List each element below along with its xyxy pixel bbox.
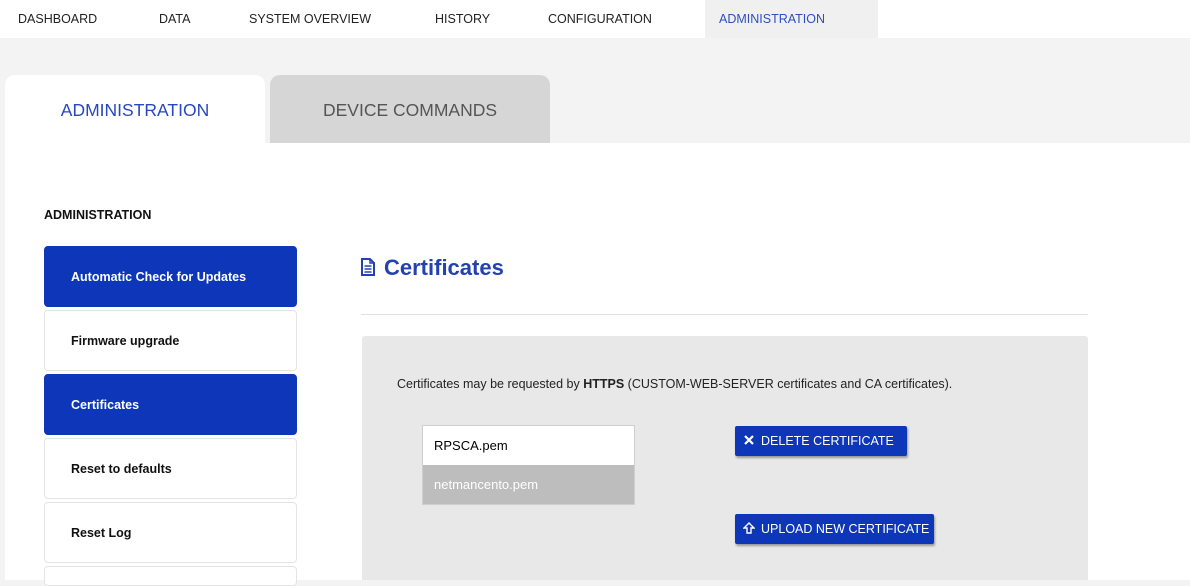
top-navigation: DASHBOARD DATA SYSTEM OVERVIEW HISTORY C… [0,0,1190,38]
sidebar-item-certificates[interactable]: Certificates [44,374,297,435]
sidebar-heading: ADMINISTRATION [44,208,152,222]
nav-data[interactable]: DATA [159,0,190,38]
tab-administration[interactable]: ADMINISTRATION [5,75,265,145]
info-prefix: Certificates may be requested by [397,377,584,391]
page-title-text: Certificates [384,255,504,280]
nav-configuration[interactable]: CONFIGURATION [548,0,652,38]
info-protocol: HTTPS [583,377,625,391]
certificate-item-rpsca[interactable]: RPSCA.pem [423,426,634,465]
sidebar-item-automatic-check-for-updates[interactable]: Automatic Check for Updates [44,246,297,307]
info-suffix: (CUSTOM-WEB-SERVER certificates and CA c… [624,377,953,391]
sidebar-item-reset-log[interactable]: Reset Log [44,502,297,563]
delete-certificate-label: DELETE CERTIFICATE [761,434,894,448]
delete-certificate-button[interactable]: DELETE CERTIFICATE [735,426,907,456]
close-icon [743,427,755,445]
nav-administration[interactable]: ADMINISTRATION [705,0,878,38]
upload-arrow-icon [742,515,756,534]
page-title: Certificates [360,255,504,281]
certificates-info-text: Certificates may be requested by HTTPS (… [397,377,952,391]
nav-dashboard[interactable]: DASHBOARD [18,0,97,38]
upload-certificate-label: UPLOAD NEW CERTIFICATE [761,522,930,536]
title-divider [361,314,1088,315]
nav-system-overview[interactable]: SYSTEM OVERVIEW [249,0,371,38]
document-icon [360,256,376,276]
certificate-item-netmancento[interactable]: netmancento.pem [423,465,634,504]
certificate-list[interactable]: RPSCA.pem netmancento.pem [422,425,635,505]
sidebar-item-reset-to-defaults[interactable]: Reset to defaults [44,438,297,499]
nav-history[interactable]: HISTORY [435,0,490,38]
tab-device-commands[interactable]: DEVICE COMMANDS [270,75,550,145]
sidebar-item-more[interactable] [44,566,297,586]
upload-certificate-button[interactable]: UPLOAD NEW CERTIFICATE [735,514,934,544]
sidebar-item-firmware-upgrade[interactable]: Firmware upgrade [44,310,297,371]
